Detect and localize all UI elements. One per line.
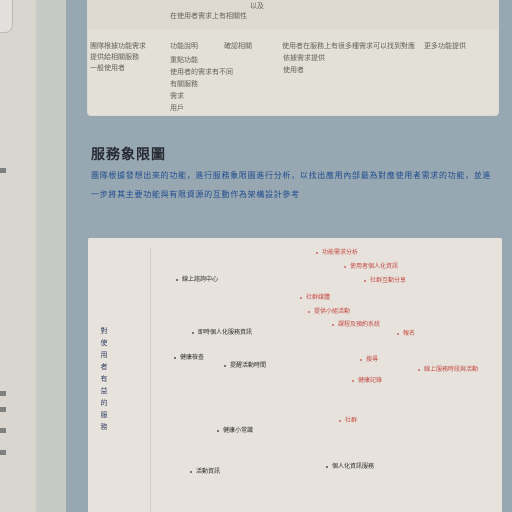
top-note-16: 使用者	[283, 66, 304, 74]
top-note-13: 需求	[170, 92, 184, 100]
wall-display: 以及 在使用者需求上有相關性 團隊根據功能需求 提供給相關服務 一般使用者 功能…	[0, 0, 512, 512]
quadrant-item-11: 提醒活動時間	[224, 362, 266, 370]
quadrant-item-10: 健康檢查	[174, 354, 204, 362]
quadrant-item-15: 社群	[339, 417, 357, 425]
top-note-6: 功能說明	[170, 42, 198, 50]
top-note-2: 在使用者需求上有相關性	[170, 12, 247, 20]
quadrant-item-14: 線上服務時段與活動	[418, 366, 478, 374]
adjacent-poster	[0, 0, 36, 512]
intro-description: 團隊根據發想出來的功能，進行服務象限圖進行分析，以找出應用內部最為對應使用者需求…	[91, 171, 492, 199]
quadrant-item-18: 個人化資訊服務	[326, 463, 374, 471]
top-note-5: 一般使用者	[90, 64, 125, 72]
top-note-3: 團隊根據功能需求	[90, 42, 146, 50]
quadrant-item-9: 報名	[397, 330, 415, 338]
poster-corner	[0, 0, 13, 33]
top-note-11: 使用者的需求有不同	[170, 68, 233, 76]
poster-gap	[36, 0, 66, 512]
top-note-15: 依據需求提供	[283, 54, 325, 62]
quadrant-item-6: 社群媒體	[300, 294, 330, 302]
quadrant-axis-line	[150, 248, 151, 512]
vertical-axis-label: 對使用者有益的服務	[100, 327, 108, 431]
quadrant-item-4: 線上諮詢中心	[176, 276, 218, 284]
quadrant-item-8: 即時個人化服務資訊	[192, 329, 252, 337]
quadrant-item-16: 健康小常識	[217, 427, 253, 435]
quadrant-item-7: 課程及預約系統	[332, 321, 380, 329]
top-note-12: 有關服務	[170, 80, 198, 88]
top-note-14: 用戶	[170, 104, 184, 112]
quadrant-item-2: 使用者個人化資訊	[344, 263, 398, 271]
quadrant-item-3: 社群互動分享	[364, 277, 406, 285]
top-note-7: 確認相關	[224, 42, 252, 50]
quadrant-item-17: 活動資訊	[190, 468, 220, 476]
top-note-1: 以及	[250, 2, 264, 10]
quadrant-item-13: 健康記錄	[352, 377, 382, 385]
quadrant-item-1: 功能需求分析	[316, 249, 358, 257]
top-note-4: 提供給相關服務	[90, 53, 139, 61]
quadrant-item-5: 提供小組活動	[308, 308, 350, 316]
top-sheet-band	[87, 0, 499, 30]
quadrant-item-12: 搜尋	[360, 356, 378, 364]
top-note-10: 重點功能	[170, 56, 198, 64]
top-note-9: 更多功能提供	[424, 42, 466, 50]
page-title: 服務象限圖	[91, 147, 166, 163]
top-note-8: 使用者在服務上有很多種需求可以找到對應	[282, 42, 415, 50]
